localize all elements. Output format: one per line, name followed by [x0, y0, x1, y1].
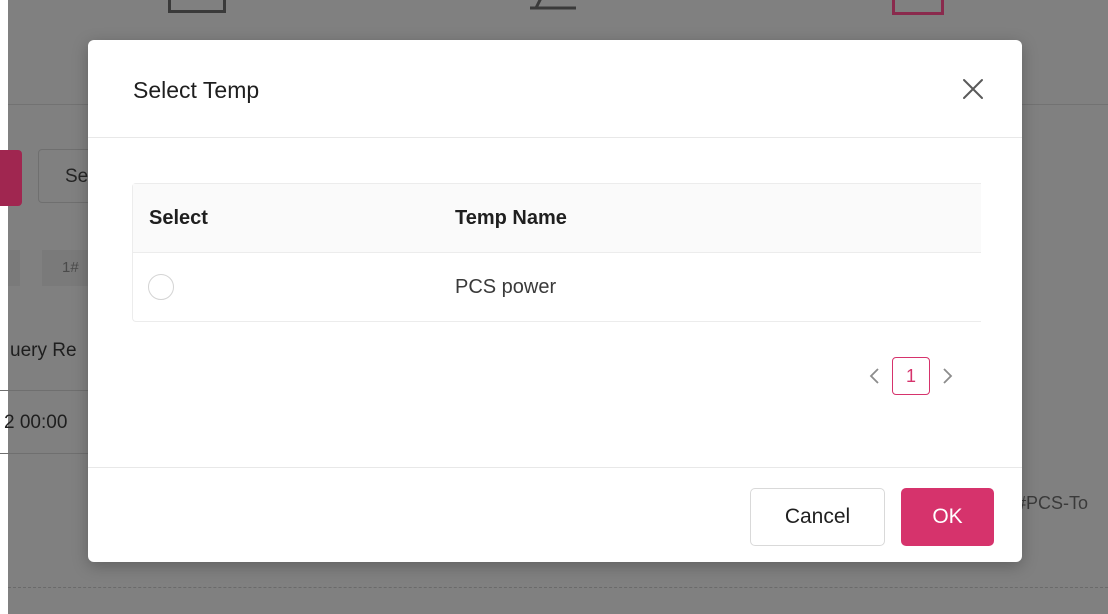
device-icon: [168, 0, 226, 13]
chevron-left-icon: [869, 368, 879, 384]
report-icon: [892, 0, 944, 15]
close-button[interactable]: [960, 76, 986, 102]
temp-table: Select Temp Name PCS power: [132, 183, 981, 322]
cancel-button[interactable]: Cancel: [750, 488, 885, 546]
prev-page-button[interactable]: [864, 366, 884, 386]
table-header: Select Temp Name: [133, 184, 981, 253]
modal-title: Select Temp: [133, 77, 260, 103]
background-tag: [8, 250, 20, 286]
background-pcs-label: #PCS-To: [1016, 493, 1089, 513]
select-cell: [133, 274, 455, 300]
table-row[interactable]: PCS power: [133, 253, 981, 321]
temp-name-cell: PCS power: [455, 275, 557, 298]
column-header-temp-name: Temp Name: [455, 206, 567, 229]
close-icon: [963, 79, 983, 99]
background-dashed-divider: [8, 587, 1108, 588]
modal-header: Select Temp: [88, 40, 1022, 138]
background-date-field: 2 00:00: [0, 390, 100, 454]
ok-button[interactable]: OK: [901, 488, 994, 546]
chevron-right-icon: [943, 368, 953, 384]
pagination: 1: [864, 356, 958, 396]
page-number-button[interactable]: 1: [892, 357, 930, 395]
background-query-label: uery Re: [10, 340, 77, 361]
column-header-select: Select: [149, 206, 208, 229]
modal-footer: Cancel OK: [88, 467, 1022, 562]
left-edge-strip: [0, 0, 8, 614]
next-page-button[interactable]: [938, 366, 958, 386]
row-select-radio[interactable]: [148, 274, 174, 300]
background-primary-button: [0, 150, 22, 206]
select-temp-modal: Select Temp Select Temp Name PCS power 1…: [88, 40, 1022, 562]
